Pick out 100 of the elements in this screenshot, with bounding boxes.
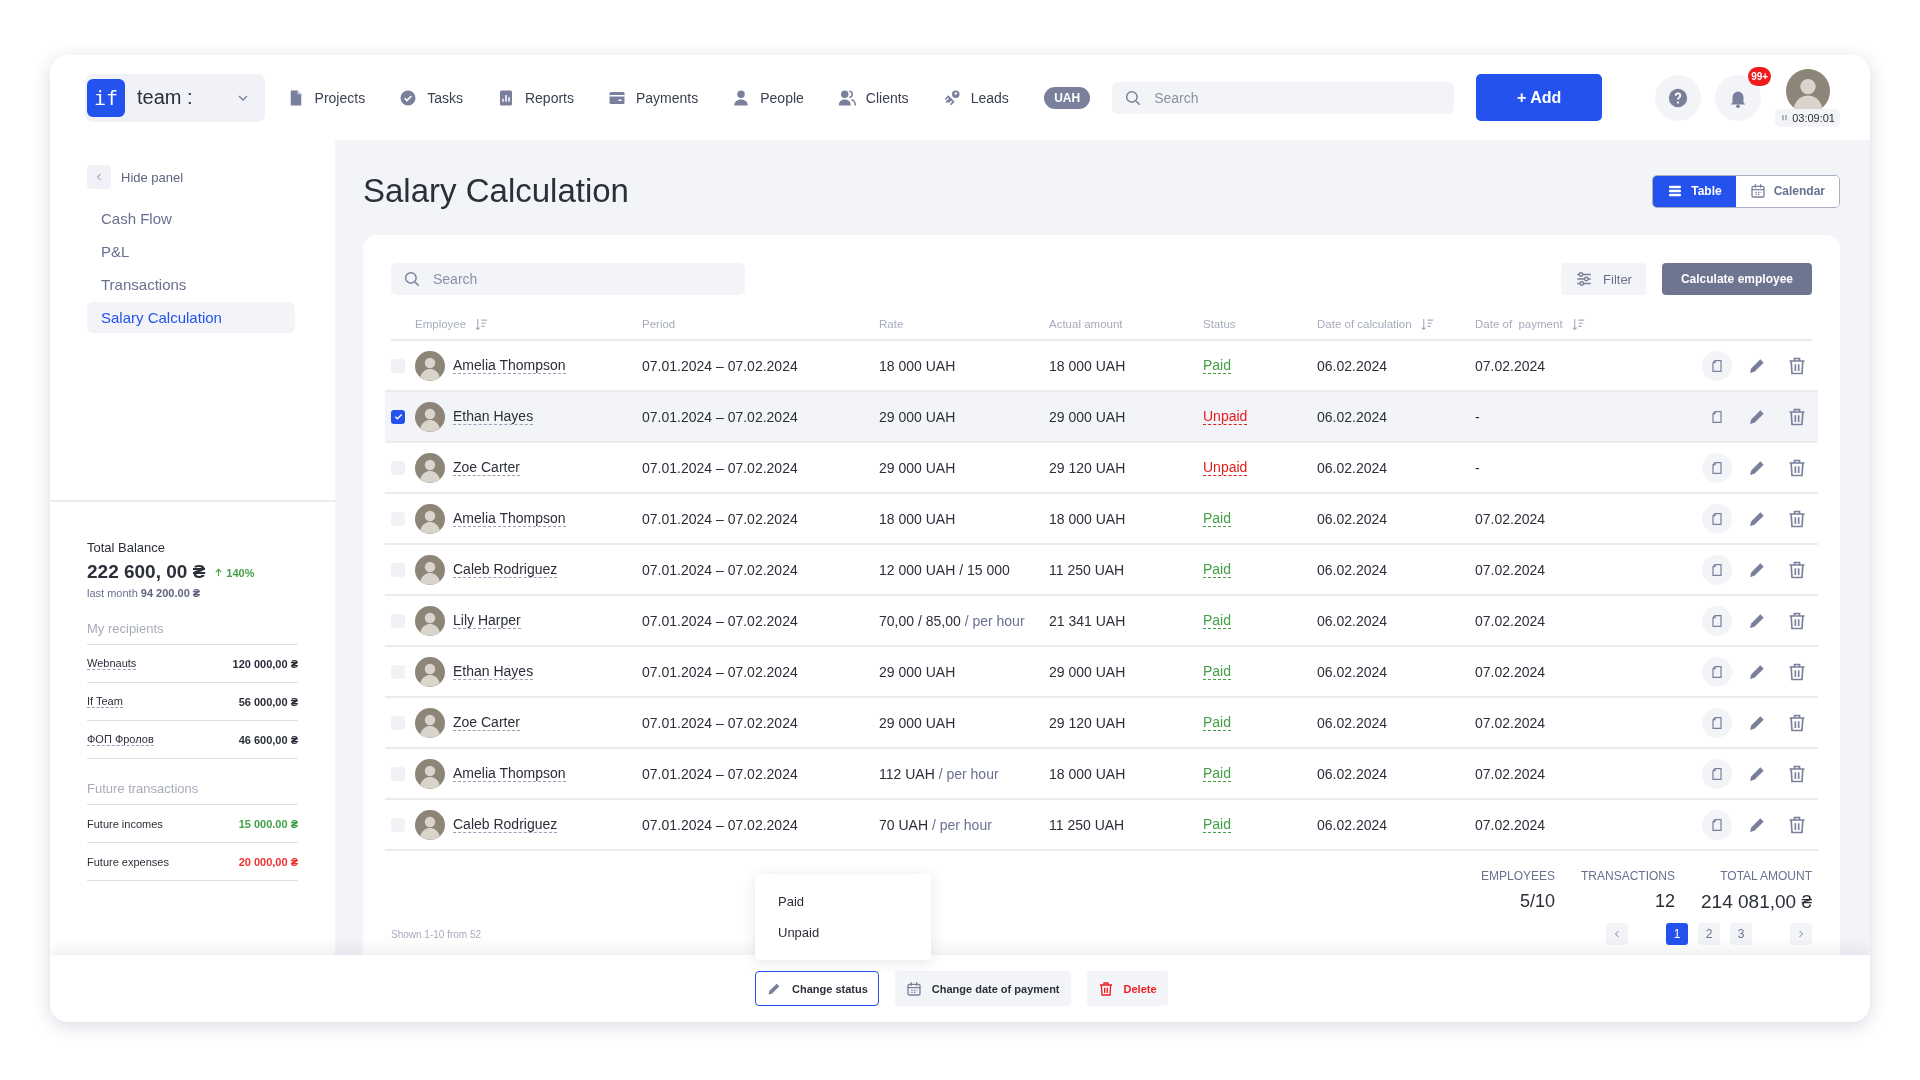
action-button[interactable]: Change status	[755, 971, 879, 1006]
calculate-button[interactable]: Calculate employee	[1661, 263, 1812, 295]
workspace-switcher[interactable]: if team :	[85, 73, 265, 122]
filter-button[interactable]: Filter	[1561, 263, 1646, 295]
copy-button[interactable]	[1702, 758, 1732, 789]
page-button[interactable]: 3	[1730, 923, 1752, 945]
action-button[interactable]: Delete	[1086, 971, 1168, 1006]
nav-item[interactable]: People	[732, 88, 804, 107]
recipient-name[interactable]: If Team	[87, 695, 123, 708]
rate-cell-text: 29 000 UAH	[879, 408, 957, 425]
row-checkbox[interactable]	[391, 409, 405, 424]
nav-item[interactable]: Leads	[942, 88, 1009, 107]
currency-badge[interactable]: UAH	[1044, 86, 1091, 109]
sidebar-item[interactable]: Transactions	[87, 269, 295, 300]
employee-name[interactable]: Amelia Thompson	[453, 765, 566, 782]
date-cell-text: -	[1475, 459, 1481, 476]
avatar	[415, 605, 445, 636]
section-title: My recipients	[87, 621, 165, 636]
period-cell-text: 07.01.2024 – 07.02.2024	[642, 408, 799, 425]
add-button[interactable]: + Add	[1476, 74, 1603, 121]
timer[interactable]: 03:09:01	[1775, 108, 1840, 127]
copy-button[interactable]	[1702, 350, 1732, 381]
period-cell-text: 07.01.2024 – 07.02.2024	[642, 510, 799, 527]
nav-item[interactable]: Payments	[608, 88, 699, 107]
nav-item[interactable]: Tasks	[399, 88, 463, 107]
delete-icon	[1787, 559, 1807, 580]
hide-panel-button[interactable]: Hide panel	[87, 165, 184, 189]
amount-cell-text: 18 000 UAH	[1049, 510, 1127, 527]
sidebar-item[interactable]: Cash Flow	[87, 203, 295, 234]
employee-name[interactable]: Zoe Carter	[453, 459, 520, 476]
employee-name[interactable]: Ethan Hayes	[453, 663, 534, 680]
avatar	[415, 656, 445, 687]
view-tab[interactable]: Calendar	[1735, 175, 1839, 207]
status-label[interactable]: Paid	[1203, 561, 1232, 578]
balance-title: Total Balance	[87, 540, 167, 555]
nav-item[interactable]: Projects	[286, 88, 366, 107]
avatar	[415, 401, 445, 432]
employee-name[interactable]: Ethan Hayes	[453, 408, 534, 425]
future-amount: 15 000.00 ₴	[238, 817, 298, 830]
period-cell-text: 07.01.2024 – 07.02.2024	[642, 765, 799, 782]
status-label[interactable]: Unpaid	[1203, 459, 1248, 476]
nav-item[interactable]: Reports	[496, 88, 574, 107]
amount-cell-text: 11 250 UAH	[1049, 561, 1126, 578]
amount-cell-text: 29 120 UAH	[1049, 714, 1127, 731]
copy-button[interactable]	[1702, 707, 1732, 738]
logo-mark: if	[87, 78, 125, 117]
sidebar-item[interactable]: Salary Calculation	[87, 302, 295, 333]
action-button[interactable]: Change date of payment	[894, 971, 1071, 1006]
employee-name[interactable]: Caleb Rodriguez	[453, 561, 558, 578]
period-cell-text: 07.01.2024 – 07.02.2024	[642, 663, 799, 680]
date-cell-text: 07.02.2024	[1475, 510, 1547, 527]
sort-icon	[1570, 316, 1586, 332]
copy-icon	[1709, 510, 1725, 527]
status-label[interactable]: Paid	[1203, 357, 1232, 374]
recipient-name[interactable]: ФОП Фролов	[87, 733, 154, 746]
view-tab[interactable]: Table	[1653, 175, 1736, 207]
status-label[interactable]: Paid	[1203, 510, 1232, 527]
copy-button[interactable]	[1702, 503, 1732, 534]
sidebar-item[interactable]: P&L	[87, 236, 295, 267]
amount-cell-text: 29 120 UAH	[1049, 459, 1127, 476]
employee-name[interactable]: Lily Harper	[453, 612, 521, 629]
page-button[interactable]: 2	[1698, 923, 1720, 945]
rate-cell-text: 29 000 UAH	[879, 663, 957, 680]
status-label[interactable]: Unpaid	[1203, 408, 1248, 425]
copy-button[interactable]	[1702, 656, 1732, 687]
status-label[interactable]: Paid	[1203, 714, 1232, 731]
employee-name[interactable]: Zoe Carter	[453, 714, 520, 731]
page-button[interactable]: 1	[1666, 923, 1688, 945]
copy-icon	[1709, 612, 1725, 629]
status-label[interactable]: Paid	[1203, 765, 1232, 782]
delete-icon	[1787, 508, 1807, 529]
summary-value: 5/10	[1520, 891, 1556, 912]
search-field[interactable]: Search	[391, 263, 745, 295]
nav-item[interactable]: Clients	[837, 88, 909, 107]
status-label[interactable]: Paid	[1203, 816, 1232, 833]
copy-icon	[1709, 816, 1725, 833]
pause-icon	[1780, 113, 1790, 122]
period-cell-text: 07.01.2024 – 07.02.2024	[642, 612, 799, 629]
summary-label: TRANSACTIONS	[1581, 869, 1676, 883]
menu-item[interactable]: Paid	[755, 886, 931, 917]
employee-name[interactable]: Amelia Thompson	[453, 510, 566, 527]
employee-name[interactable]: Amelia Thompson	[453, 357, 566, 374]
section-title: Future transactions	[87, 781, 200, 796]
period-cell-text: 07.01.2024 – 07.02.2024	[642, 357, 799, 374]
status-label[interactable]: Paid	[1203, 612, 1232, 629]
copy-button[interactable]	[1702, 809, 1732, 840]
recipient-name[interactable]: Webnauts	[87, 657, 137, 670]
status-label[interactable]: Paid	[1203, 663, 1232, 680]
date-cell-text: 06.02.2024	[1317, 816, 1389, 833]
copy-button[interactable]	[1702, 605, 1732, 636]
menu-item[interactable]: Unpaid	[755, 917, 931, 948]
avatar	[415, 554, 445, 585]
copy-button[interactable]	[1702, 554, 1732, 585]
date-cell-text: 06.02.2024	[1317, 357, 1389, 374]
date-cell-text: 06.02.2024	[1317, 714, 1389, 731]
employee-name[interactable]: Caleb Rodriguez	[453, 816, 558, 833]
search-field[interactable]: Search	[1112, 81, 1455, 114]
amount-cell-text: 21 341 UAH	[1049, 612, 1127, 629]
avatar	[415, 809, 445, 840]
copy-button[interactable]	[1702, 452, 1732, 483]
